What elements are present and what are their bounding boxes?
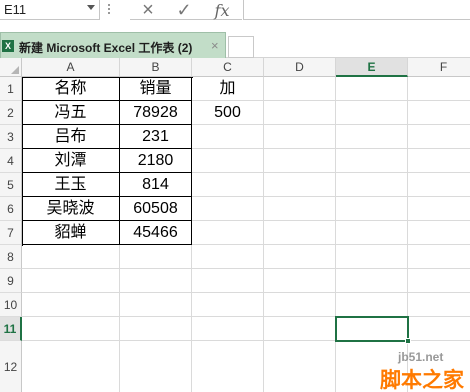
- cell-d2[interactable]: [264, 101, 336, 125]
- cell-f4[interactable]: [408, 149, 470, 173]
- cell-a10[interactable]: [22, 293, 120, 317]
- column-header-a[interactable]: A: [22, 58, 120, 77]
- cell-b11[interactable]: [120, 317, 192, 341]
- cell-a9[interactable]: [22, 269, 120, 293]
- cell-f5[interactable]: [408, 173, 470, 197]
- name-box-dropdown-icon[interactable]: [87, 5, 95, 10]
- cell-f10[interactable]: [408, 293, 470, 317]
- enter-icon[interactable]: ✓: [174, 0, 194, 20]
- row-header-7[interactable]: 7: [0, 221, 22, 245]
- new-tab-button[interactable]: [228, 36, 254, 58]
- insert-function-icon[interactable]: fx: [210, 0, 234, 20]
- cell-e5[interactable]: [336, 173, 408, 197]
- watermark-name: 脚本之家: [380, 368, 464, 392]
- cell-c4[interactable]: [192, 149, 264, 173]
- column-header-d[interactable]: D: [264, 58, 336, 77]
- cell-c1[interactable]: 加: [192, 77, 264, 101]
- cell-e6[interactable]: [336, 197, 408, 221]
- row-header-6[interactable]: 6: [0, 197, 22, 221]
- cell-c12[interactable]: [192, 341, 264, 392]
- active-cell-e11[interactable]: [335, 316, 409, 342]
- document-tab-bar: X 新建 Microsoft Excel 工作表 (2) ×: [0, 30, 470, 58]
- cell-c7[interactable]: [192, 221, 264, 245]
- row-header-4[interactable]: 4: [0, 149, 22, 173]
- cell-a11[interactable]: [22, 317, 120, 341]
- cell-d10[interactable]: [264, 293, 336, 317]
- cell-e10[interactable]: [336, 293, 408, 317]
- row-header-8[interactable]: 8: [0, 245, 22, 269]
- cell-b9[interactable]: [120, 269, 192, 293]
- cell-b8[interactable]: [120, 245, 192, 269]
- formula-input[interactable]: [243, 0, 470, 20]
- cell-e7[interactable]: [336, 221, 408, 245]
- close-tab-icon[interactable]: ×: [211, 38, 219, 53]
- cell-d8[interactable]: [264, 245, 336, 269]
- cell-f11[interactable]: [408, 317, 470, 341]
- cell-f1[interactable]: [408, 77, 470, 101]
- row-header-1[interactable]: 1: [0, 77, 22, 101]
- cell-e8[interactable]: [336, 245, 408, 269]
- cell-d5[interactable]: [264, 173, 336, 197]
- cell-f8[interactable]: [408, 245, 470, 269]
- cell-f7[interactable]: [408, 221, 470, 245]
- fill-handle[interactable]: [405, 338, 411, 344]
- document-tab[interactable]: X 新建 Microsoft Excel 工作表 (2) ×: [0, 32, 226, 58]
- worksheet-grid: A B C D E F 1 2 3 4 5 6 7 8 9 10 11 12 名…: [0, 58, 470, 392]
- column-header-e[interactable]: E: [336, 58, 408, 77]
- cell-f6[interactable]: [408, 197, 470, 221]
- cell-d3[interactable]: [264, 125, 336, 149]
- cell-c2[interactable]: 500: [192, 101, 264, 125]
- cell-b12[interactable]: [120, 341, 192, 392]
- column-header-f[interactable]: F: [408, 58, 470, 77]
- row-header-2[interactable]: 2: [0, 101, 22, 125]
- cell-d1[interactable]: [264, 77, 336, 101]
- formula-bar-grip-icon: [108, 4, 111, 18]
- formula-buttons: × ✓ fx: [130, 0, 242, 21]
- cell-e9[interactable]: [336, 269, 408, 293]
- cell-d9[interactable]: [264, 269, 336, 293]
- cell-d11[interactable]: [264, 317, 336, 341]
- row-header-3[interactable]: 3: [0, 125, 22, 149]
- cell-d7[interactable]: [264, 221, 336, 245]
- cell-c8[interactable]: [192, 245, 264, 269]
- cell-e1[interactable]: [336, 77, 408, 101]
- row-header-5[interactable]: 5: [0, 173, 22, 197]
- row-header-9[interactable]: 9: [0, 269, 22, 293]
- watermark-url: jb51.net: [398, 350, 444, 364]
- cell-d4[interactable]: [264, 149, 336, 173]
- data-table-border: [22, 77, 193, 246]
- document-title: 新建 Microsoft Excel 工作表 (2): [19, 41, 193, 55]
- name-box-value[interactable]: E11: [4, 2, 26, 17]
- column-header-c[interactable]: C: [192, 58, 264, 77]
- cell-d6[interactable]: [264, 197, 336, 221]
- cancel-icon[interactable]: ×: [138, 0, 158, 21]
- cell-e3[interactable]: [336, 125, 408, 149]
- row-header-11[interactable]: 11: [0, 317, 22, 341]
- row-header-10[interactable]: 10: [0, 293, 22, 317]
- formula-bar: E11 × ✓ fx: [0, 0, 470, 22]
- cell-d12[interactable]: [264, 341, 336, 392]
- cell-b10[interactable]: [120, 293, 192, 317]
- excel-file-icon: X: [2, 40, 14, 52]
- cell-c10[interactable]: [192, 293, 264, 317]
- cell-f3[interactable]: [408, 125, 470, 149]
- name-box[interactable]: E11: [0, 0, 100, 20]
- cell-e4[interactable]: [336, 149, 408, 173]
- cell-f9[interactable]: [408, 269, 470, 293]
- select-all-corner[interactable]: [0, 58, 22, 77]
- cell-c11[interactable]: [192, 317, 264, 341]
- cell-f2[interactable]: [408, 101, 470, 125]
- cell-a8[interactable]: [22, 245, 120, 269]
- cell-c3[interactable]: [192, 125, 264, 149]
- cell-c9[interactable]: [192, 269, 264, 293]
- cell-c6[interactable]: [192, 197, 264, 221]
- cell-a12[interactable]: [22, 341, 120, 392]
- cell-e2[interactable]: [336, 101, 408, 125]
- column-header-b[interactable]: B: [120, 58, 192, 77]
- row-header-12[interactable]: 12: [0, 341, 22, 392]
- site-watermark: jb51.net 脚本之家: [380, 350, 470, 392]
- cell-c5[interactable]: [192, 173, 264, 197]
